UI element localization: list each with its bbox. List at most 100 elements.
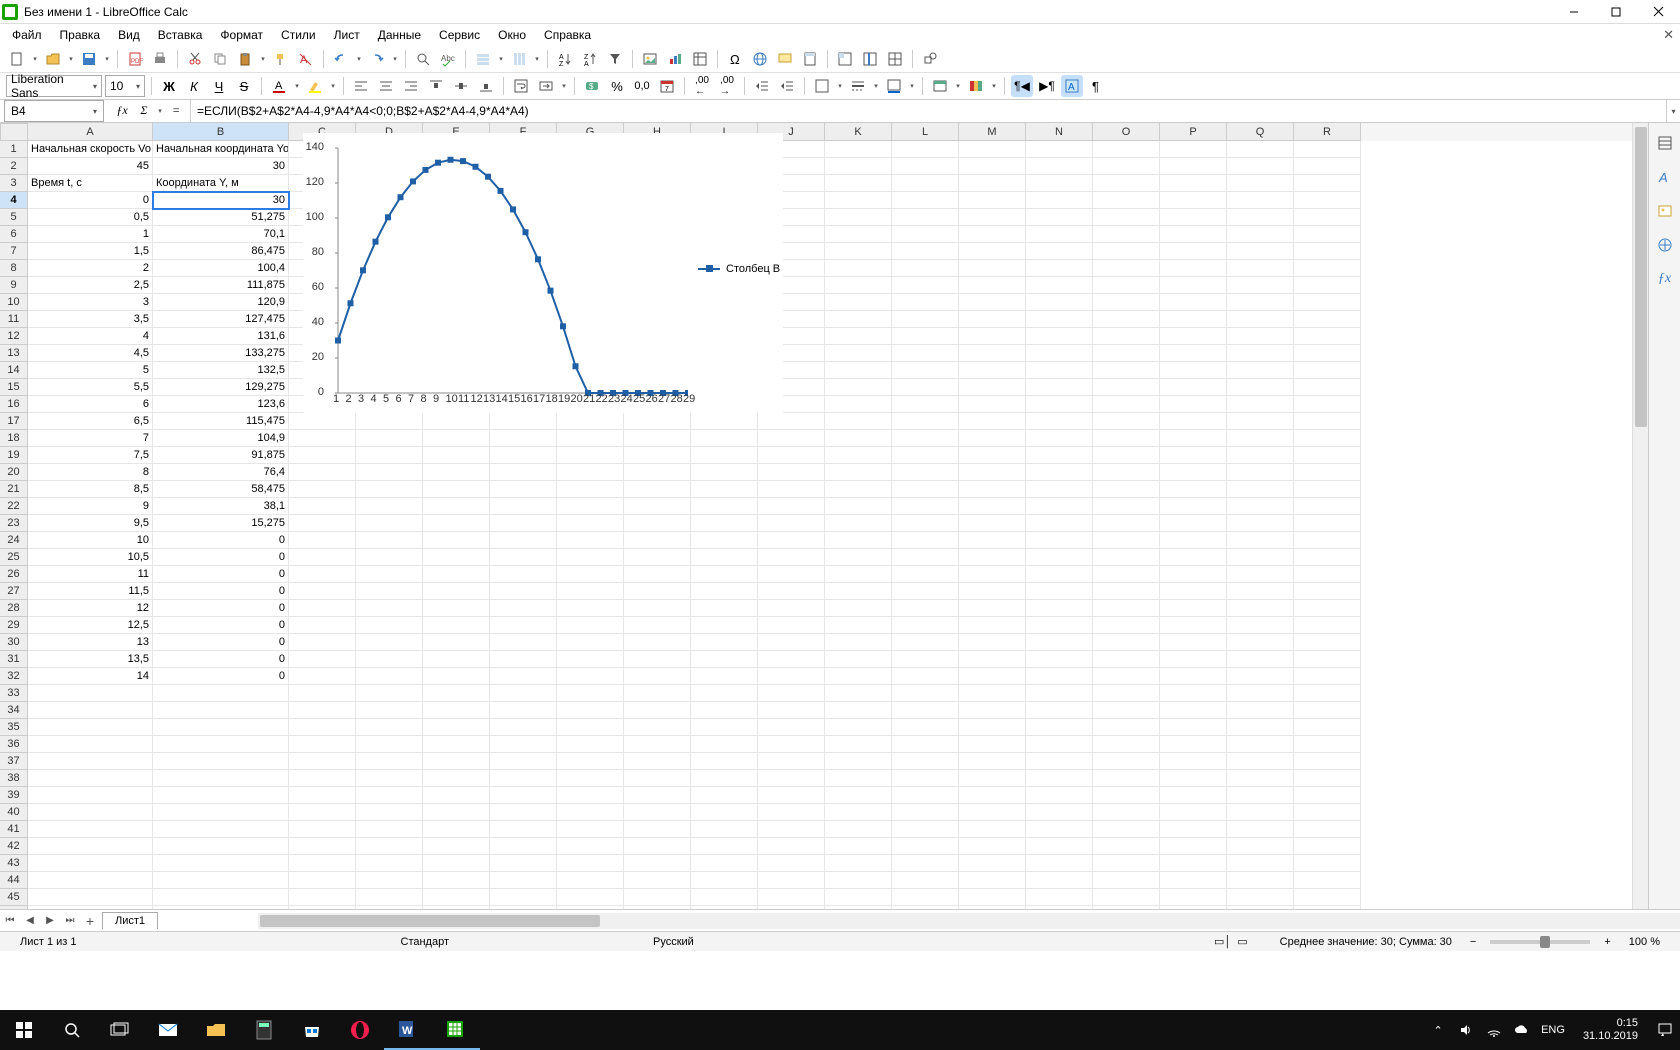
col-header-N[interactable]: N	[1026, 123, 1093, 141]
cell-D24[interactable]	[356, 532, 423, 549]
cell-G24[interactable]	[557, 532, 624, 549]
cell-D27[interactable]	[356, 583, 423, 600]
cell-E44[interactable]	[423, 872, 490, 889]
cell-K19[interactable]	[825, 447, 892, 464]
autofilter-button[interactable]	[604, 48, 626, 70]
cell-A24[interactable]: 10	[28, 532, 153, 549]
cell-P11[interactable]	[1160, 311, 1227, 328]
cell-O30[interactable]	[1093, 634, 1160, 651]
cell-F34[interactable]	[490, 702, 557, 719]
cell-H38[interactable]	[624, 770, 691, 787]
cell-B43[interactable]	[153, 855, 289, 872]
cell-J42[interactable]	[758, 838, 825, 855]
cell-L27[interactable]	[892, 583, 959, 600]
col-header-A[interactable]: A	[28, 123, 153, 141]
row-header[interactable]: 2	[0, 158, 28, 175]
cell-C21[interactable]	[289, 481, 356, 498]
strikethrough-button[interactable]: S	[233, 75, 255, 97]
cell-C31[interactable]	[289, 651, 356, 668]
cell-Q15[interactable]	[1227, 379, 1294, 396]
cell-E34[interactable]	[423, 702, 490, 719]
cell-M36[interactable]	[959, 736, 1026, 753]
align-bottom-button[interactable]	[475, 75, 497, 97]
cell-A18[interactable]: 7	[28, 430, 153, 447]
cell-R38[interactable]	[1294, 770, 1361, 787]
cell-A13[interactable]: 4,5	[28, 345, 153, 362]
cell-K37[interactable]	[825, 753, 892, 770]
underline-button[interactable]: Ч	[208, 75, 230, 97]
border-style-drop[interactable]: ▾	[872, 75, 880, 97]
cell-P35[interactable]	[1160, 719, 1227, 736]
cell-M37[interactable]	[959, 753, 1026, 770]
cell-A35[interactable]	[28, 719, 153, 736]
cell-R20[interactable]	[1294, 464, 1361, 481]
cell-G30[interactable]	[557, 634, 624, 651]
cell-Q37[interactable]	[1227, 753, 1294, 770]
cell-B42[interactable]	[153, 838, 289, 855]
cell-C26[interactable]	[289, 566, 356, 583]
cell-R15[interactable]	[1294, 379, 1361, 396]
cell-I26[interactable]	[691, 566, 758, 583]
cell-H32[interactable]	[624, 668, 691, 685]
cell-N18[interactable]	[1026, 430, 1093, 447]
ltr-button[interactable]: ¶◀	[1011, 75, 1033, 97]
cell-Q10[interactable]	[1227, 294, 1294, 311]
cell-L29[interactable]	[892, 617, 959, 634]
row-header[interactable]: 43	[0, 855, 28, 872]
cell-N30[interactable]	[1026, 634, 1093, 651]
row-header[interactable]: 38	[0, 770, 28, 787]
cell-K28[interactable]	[825, 600, 892, 617]
cell-R12[interactable]	[1294, 328, 1361, 345]
cell-Q8[interactable]	[1227, 260, 1294, 277]
header-footer-button[interactable]	[799, 48, 821, 70]
status-style[interactable]: Стандарт	[389, 936, 462, 948]
cell-P7[interactable]	[1160, 243, 1227, 260]
cell-N36[interactable]	[1026, 736, 1093, 753]
cell-O19[interactable]	[1093, 447, 1160, 464]
row-header[interactable]: 14	[0, 362, 28, 379]
cell-P32[interactable]	[1160, 668, 1227, 685]
cell-K4[interactable]	[825, 192, 892, 209]
menu-file[interactable]: Файл	[4, 26, 50, 44]
row-header[interactable]: 46	[0, 906, 28, 909]
cell-R34[interactable]	[1294, 702, 1361, 719]
cell-E35[interactable]	[423, 719, 490, 736]
cell-O18[interactable]	[1093, 430, 1160, 447]
cell-O45[interactable]	[1093, 889, 1160, 906]
cell-A10[interactable]: 3	[28, 294, 153, 311]
cell-Q40[interactable]	[1227, 804, 1294, 821]
save-drop[interactable]: ▾	[103, 48, 111, 70]
cell-C32[interactable]	[289, 668, 356, 685]
cell-M22[interactable]	[959, 498, 1026, 515]
cell-B9[interactable]: 111,875	[153, 277, 289, 294]
cell-D41[interactable]	[356, 821, 423, 838]
cell-G36[interactable]	[557, 736, 624, 753]
cell-O23[interactable]	[1093, 515, 1160, 532]
cell-H26[interactable]	[624, 566, 691, 583]
cell-M18[interactable]	[959, 430, 1026, 447]
cell-B5[interactable]: 51,275	[153, 209, 289, 226]
cell-F22[interactable]	[490, 498, 557, 515]
cell-Q46[interactable]	[1227, 906, 1294, 909]
cell-D19[interactable]	[356, 447, 423, 464]
cell-M30[interactable]	[959, 634, 1026, 651]
cell-O29[interactable]	[1093, 617, 1160, 634]
cell-I36[interactable]	[691, 736, 758, 753]
cell-Q23[interactable]	[1227, 515, 1294, 532]
cell-O28[interactable]	[1093, 600, 1160, 617]
cell-J22[interactable]	[758, 498, 825, 515]
tray-network-icon[interactable]	[1485, 1021, 1503, 1039]
cell-M28[interactable]	[959, 600, 1026, 617]
cell-H42[interactable]	[624, 838, 691, 855]
cell-K14[interactable]	[825, 362, 892, 379]
menu-edit[interactable]: Правка	[52, 26, 109, 44]
cell-Q36[interactable]	[1227, 736, 1294, 753]
cell-M31[interactable]	[959, 651, 1026, 668]
cell-R32[interactable]	[1294, 668, 1361, 685]
cell-R36[interactable]	[1294, 736, 1361, 753]
border-color-drop[interactable]: ▾	[908, 75, 916, 97]
sort-asc-button[interactable]: AZ	[554, 48, 576, 70]
cell-B26[interactable]: 0	[153, 566, 289, 583]
cell-F32[interactable]	[490, 668, 557, 685]
cell-I24[interactable]	[691, 532, 758, 549]
